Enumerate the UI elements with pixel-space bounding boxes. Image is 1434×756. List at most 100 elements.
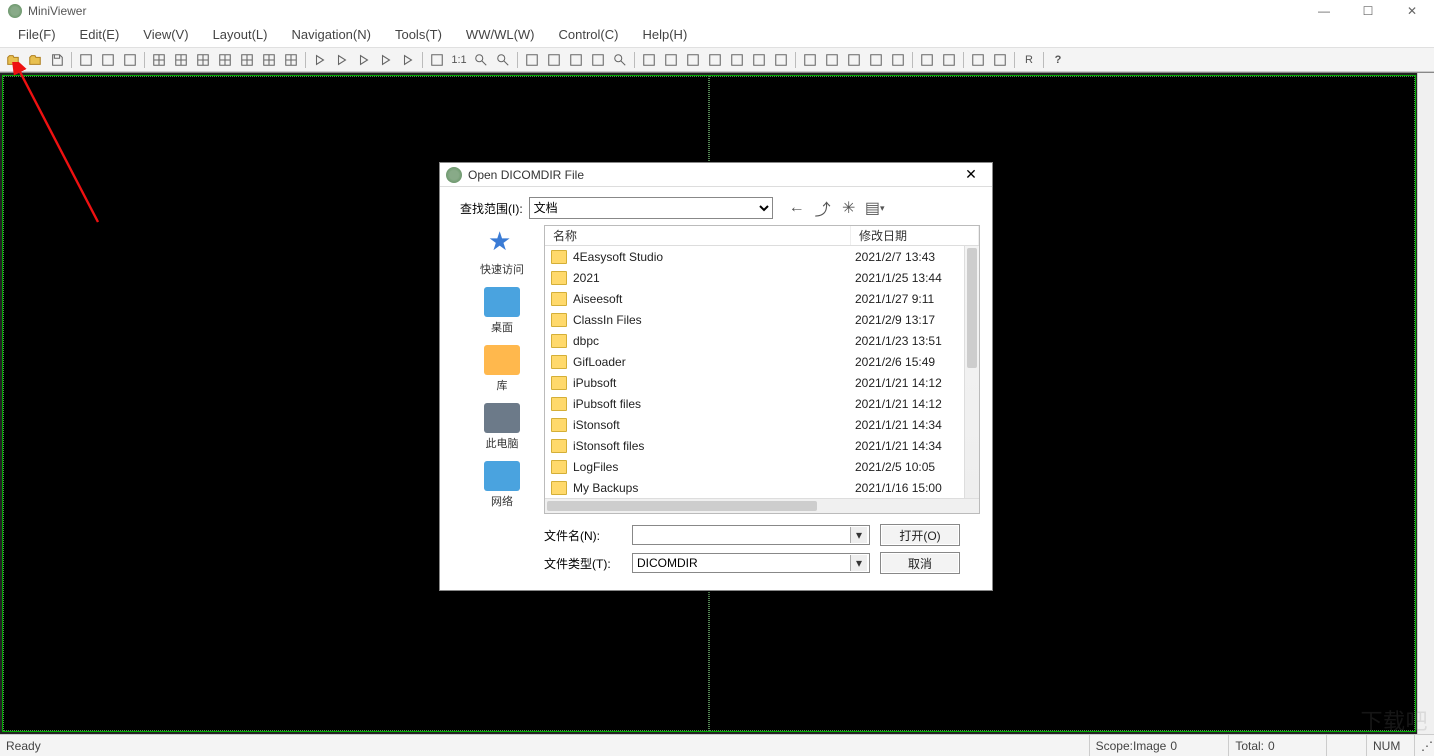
fit-icon[interactable] [427, 50, 447, 70]
hand-icon[interactable] [544, 50, 564, 70]
menu-file[interactable]: File(F) [6, 24, 68, 45]
invert-icon[interactable] [771, 50, 791, 70]
folder-icon [551, 418, 567, 432]
menu-tools[interactable]: Tools(T) [383, 24, 454, 45]
menu-view[interactable]: View(V) [131, 24, 200, 45]
nav-first-icon[interactable] [310, 50, 330, 70]
vertical-scrollbar[interactable] [1417, 73, 1434, 734]
bright-icon[interactable] [639, 50, 659, 70]
rotate-r-icon[interactable] [588, 50, 608, 70]
menu-ww/wl[interactable]: WW/WL(W) [454, 24, 547, 45]
toolbar: 1:1 R? [0, 48, 1434, 72]
video-play-icon[interactable] [917, 50, 937, 70]
zoom-in-icon[interactable] [471, 50, 491, 70]
dlg-nav-up-icon[interactable]: ⤴ [813, 198, 833, 218]
open-button[interactable]: 打开(O) [880, 524, 960, 546]
angle-icon[interactable] [822, 50, 842, 70]
look-in-dropdown[interactable]: 文档 [529, 197, 773, 219]
file-row[interactable]: 20212021/1/25 13:44 [545, 267, 979, 288]
col-date[interactable]: 修改日期 [851, 226, 979, 245]
menu-edit[interactable]: Edit(E) [68, 24, 132, 45]
file-row[interactable]: My Backups2021/1/16 15:00 [545, 477, 979, 498]
grid-1-icon[interactable] [149, 50, 169, 70]
open-folder-icon[interactable] [3, 50, 23, 70]
place-库[interactable]: 库 [467, 345, 537, 393]
paste-icon[interactable] [120, 50, 140, 70]
window-icon[interactable] [683, 50, 703, 70]
dlg-nav-views-icon[interactable]: ▤▾ [865, 198, 885, 218]
grid-2-icon[interactable] [171, 50, 191, 70]
file-row[interactable]: iPubsoft2021/1/21 14:12 [545, 372, 979, 393]
file-row[interactable]: ClassIn Files2021/2/9 13:17 [545, 309, 979, 330]
dialog-close-button[interactable]: ✕ [956, 166, 986, 183]
dlg-nav-new-folder-icon[interactable]: ✳ [839, 198, 859, 218]
hide-icon[interactable] [866, 50, 886, 70]
text-icon[interactable] [844, 50, 864, 70]
menu-control[interactable]: Control(C) [547, 24, 631, 45]
video-stop-icon[interactable] [939, 50, 959, 70]
file-list-hscroll[interactable] [545, 498, 979, 513]
file-row[interactable]: iStonsoft2021/1/21 14:34 [545, 414, 979, 435]
file-row[interactable]: GifLoader2021/2/6 15:49 [545, 351, 979, 372]
file-date: 2021/2/6 15:49 [855, 355, 971, 369]
place-快速访问[interactable]: 快速访问 [467, 229, 537, 277]
look-in-label: 查找范围(I): [460, 200, 523, 217]
nav-last-icon[interactable] [398, 50, 418, 70]
grid-6-icon[interactable] [237, 50, 257, 70]
grid-2h-icon[interactable] [193, 50, 213, 70]
menu-navigation[interactable]: Navigation(N) [279, 24, 382, 45]
nav-prev-icon[interactable] [332, 50, 352, 70]
contrast-icon[interactable] [661, 50, 681, 70]
dialog-title-bar[interactable]: Open DICOMDIR File ✕ [440, 163, 992, 187]
file-row[interactable]: dbpc2021/1/23 13:51 [545, 330, 979, 351]
r-btn-icon[interactable]: R [1019, 50, 1039, 70]
filename-input[interactable] [632, 525, 870, 545]
annot-icon[interactable] [888, 50, 908, 70]
menu-layout[interactable]: Layout(L) [201, 24, 280, 45]
dlg-nav-back-icon[interactable]: ← [787, 198, 807, 218]
cancel-button[interactable]: 取消 [880, 552, 960, 574]
pointer-icon[interactable] [522, 50, 542, 70]
file-row[interactable]: LogFiles2021/2/5 10:05 [545, 456, 979, 477]
tool-a-icon[interactable] [968, 50, 988, 70]
file-list-vscroll[interactable] [964, 246, 979, 498]
file-row[interactable]: Aiseesoft2021/1/27 9:11 [545, 288, 979, 309]
file-date: 2021/1/21 14:12 [855, 376, 971, 390]
reset-icon[interactable] [749, 50, 769, 70]
mag-icon[interactable] [727, 50, 747, 70]
page-icon[interactable] [76, 50, 96, 70]
open-file-icon[interactable] [25, 50, 45, 70]
close-button[interactable]: ✕ [1390, 0, 1434, 22]
place-网络[interactable]: 网络 [467, 461, 537, 509]
place-此电脑[interactable]: 此电脑 [467, 403, 537, 451]
onetoone-icon[interactable]: 1:1 [449, 50, 469, 70]
nav-next-icon[interactable] [376, 50, 396, 70]
file-name: LogFiles [573, 460, 855, 474]
file-row[interactable]: 4Easysoft Studio2021/2/7 13:43 [545, 246, 979, 267]
minimize-button[interactable]: — [1302, 0, 1346, 22]
place-桌面[interactable]: 桌面 [467, 287, 537, 335]
status-grip: ⋰ [1414, 735, 1434, 756]
grid-8-icon[interactable] [259, 50, 279, 70]
col-name[interactable]: 名称 [545, 226, 851, 245]
menu-help[interactable]: Help(H) [630, 24, 699, 45]
file-row[interactable]: iStonsoft files2021/1/21 14:34 [545, 435, 979, 456]
place-label: 桌面 [491, 319, 513, 335]
tool-b-icon[interactable] [990, 50, 1010, 70]
grid-9-icon[interactable] [281, 50, 301, 70]
crop-icon[interactable] [705, 50, 725, 70]
help-icon[interactable]: ? [1048, 50, 1068, 70]
maximize-button[interactable]: ☐ [1346, 0, 1390, 22]
grid-4-icon[interactable] [215, 50, 235, 70]
save-icon[interactable] [47, 50, 67, 70]
rotate-l-icon[interactable] [566, 50, 586, 70]
file-list-header[interactable]: 名称 修改日期 [545, 226, 979, 246]
copy-icon[interactable] [98, 50, 118, 70]
folder-icon [551, 481, 567, 495]
nav-play-icon[interactable] [354, 50, 374, 70]
filetype-dropdown[interactable]: DICOMDIR [632, 553, 870, 573]
measure-icon[interactable] [800, 50, 820, 70]
zoom-out-icon[interactable] [493, 50, 513, 70]
zoom-region-icon[interactable] [610, 50, 630, 70]
file-row[interactable]: iPubsoft files2021/1/21 14:12 [545, 393, 979, 414]
